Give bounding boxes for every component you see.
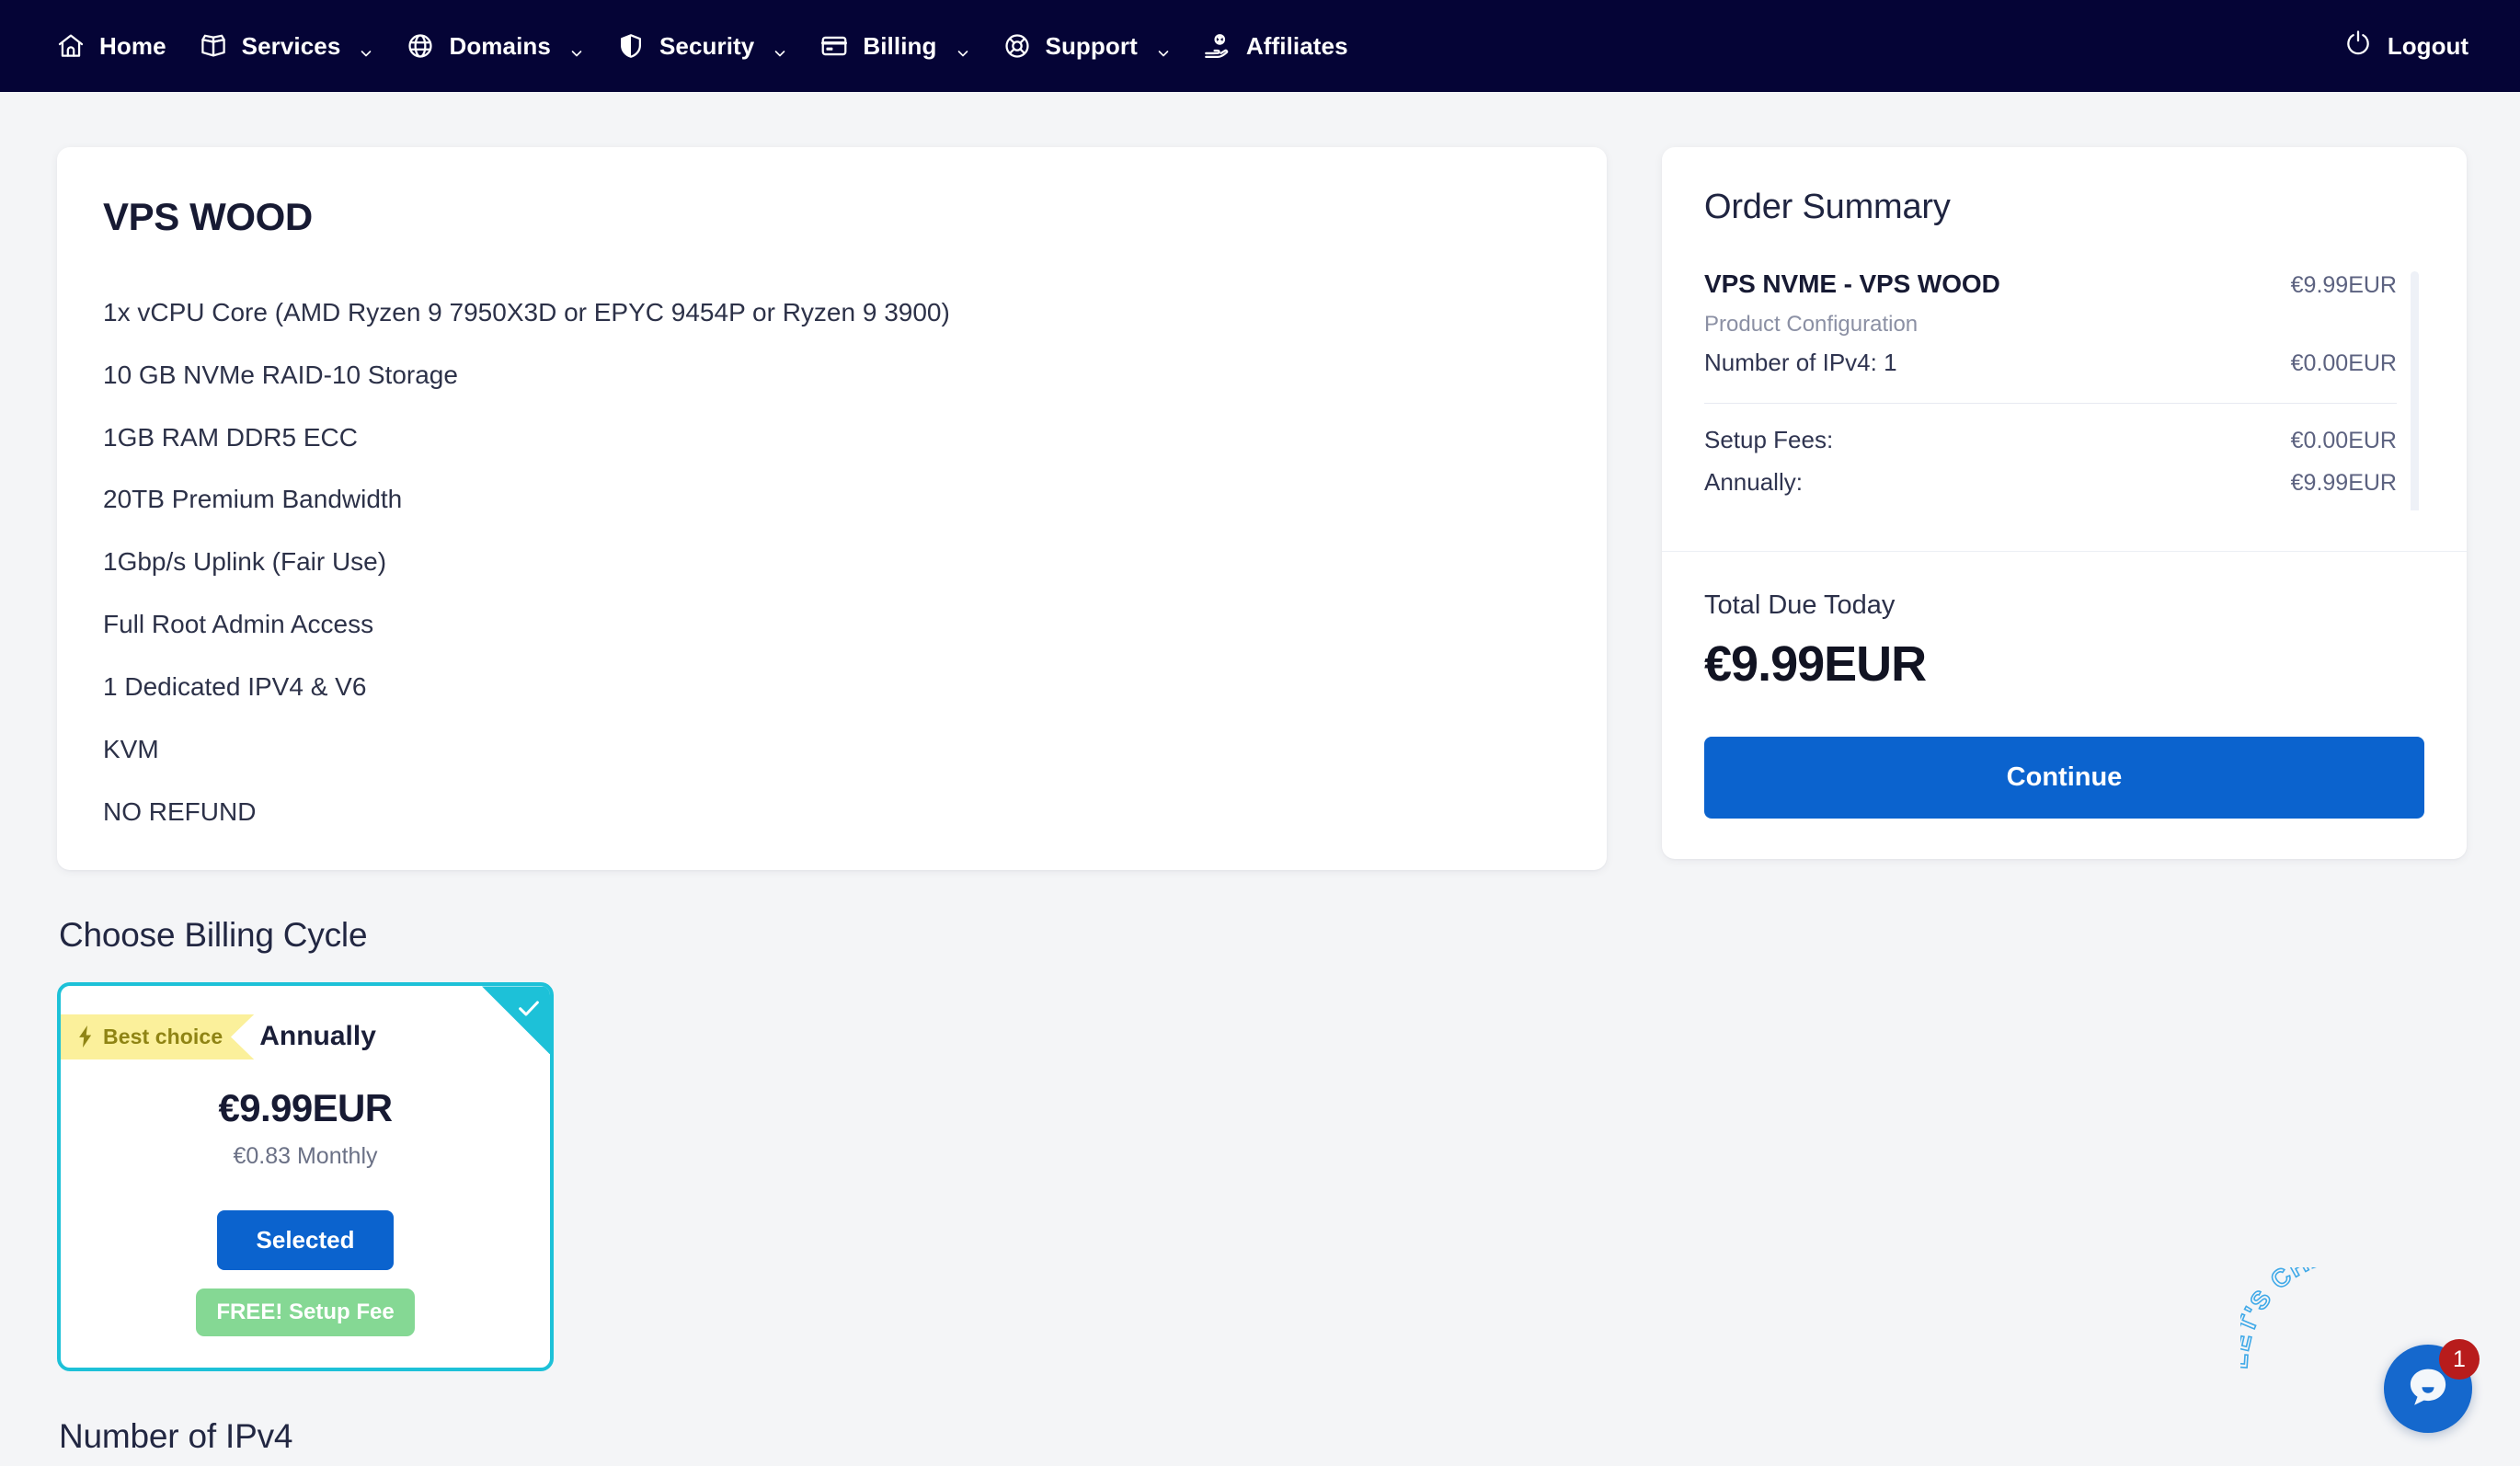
nav-item-security[interactable]: Security bbox=[602, 21, 806, 71]
order-summary-body: Order Summary VPS NVME - VPS WOOD €9.99E… bbox=[1662, 147, 2467, 551]
order-summary-title: Order Summary bbox=[1704, 188, 1951, 226]
order-config-name: Number of IPv4: 1 bbox=[1704, 349, 1897, 376]
nav-item-billing[interactable]: Billing bbox=[806, 21, 988, 71]
list-item: 1x vCPU Core (AMD Ryzen 9 7950X3D or EPY… bbox=[103, 298, 950, 326]
nav-right-group: Logout bbox=[2336, 19, 2476, 74]
nav-item-label: Home bbox=[99, 31, 166, 60]
shield-icon bbox=[615, 30, 647, 62]
chevron-down-icon bbox=[569, 39, 584, 57]
main-column: VPS WOOD 1x vCPU Core (AMD Ryzen 9 7950X… bbox=[57, 147, 1607, 1466]
order-fee-value: €0.00EUR bbox=[2290, 428, 2397, 453]
nav-item-label: Billing bbox=[863, 31, 937, 60]
order-item-price: €9.99EUR bbox=[2290, 272, 2397, 298]
order-fee-row: Setup Fees: €0.00EUR bbox=[1704, 426, 2397, 454]
divider bbox=[1704, 403, 2397, 404]
page-content: VPS WOOD 1x vCPU Core (AMD Ryzen 9 7950X… bbox=[0, 92, 2520, 1466]
top-navigation-bar: Home Services Domains Security Billing S… bbox=[0, 0, 2520, 92]
chevron-down-icon bbox=[359, 39, 373, 57]
check-icon bbox=[519, 1001, 539, 1016]
box-icon bbox=[198, 30, 229, 62]
billing-cycle-actions: Selected FREE! Setup Fee bbox=[61, 1210, 550, 1337]
billing-cycle-monthly-equivalent: €0.83 Monthly bbox=[233, 1143, 378, 1170]
nav-item-label: Affiliates bbox=[1245, 31, 1348, 60]
order-item-name: VPS NVME - VPS WOOD bbox=[1704, 269, 2000, 298]
order-total-block: Total Due Today €9.99EUR Continue bbox=[1662, 552, 2467, 859]
order-fee-label: Setup Fees: bbox=[1704, 426, 1834, 453]
order-item-row: VPS NVME - VPS WOOD €9.99EUR bbox=[1704, 269, 2397, 299]
logout-label: Logout bbox=[2387, 31, 2468, 60]
nav-item-support[interactable]: Support bbox=[989, 21, 1189, 71]
order-fee-label: Annually: bbox=[1704, 468, 1803, 496]
billing-cycle-option-annually[interactable]: Best choice Annually €9.99EUR €0.83 Mont… bbox=[57, 982, 554, 1372]
billing-cycle-name: Annually bbox=[259, 1021, 376, 1052]
sidebar-column: Order Summary VPS NVME - VPS WOOD €9.99E… bbox=[1662, 147, 2467, 859]
page-title: VPS WOOD bbox=[103, 195, 313, 238]
list-item: Full Root Admin Access bbox=[103, 610, 374, 639]
power-icon bbox=[2343, 29, 2373, 64]
nav-item-label: Support bbox=[1045, 31, 1138, 60]
ipv4-section-heading: Number of IPv4 bbox=[59, 1417, 293, 1456]
nav-item-home[interactable]: Home bbox=[42, 21, 185, 71]
list-item: 20TB Premium Bandwidth bbox=[103, 485, 403, 514]
order-items-scroll-area[interactable]: VPS NVME - VPS WOOD €9.99EUR Product Con… bbox=[1704, 269, 2424, 510]
chevron-down-icon bbox=[1156, 39, 1171, 57]
order-config-row: Number of IPv4: 1 €0.00EUR bbox=[1704, 349, 2397, 377]
nav-items-group: Home Services Domains Security Billing S… bbox=[42, 21, 1367, 71]
globe-icon bbox=[405, 30, 436, 62]
free-setup-fee-badge: FREE! Setup Fee bbox=[196, 1288, 415, 1337]
lifebuoy-icon bbox=[1002, 30, 1033, 62]
order-fee-row: Annually: €9.99EUR bbox=[1704, 468, 2397, 497]
logout-button[interactable]: Logout bbox=[2336, 19, 2476, 74]
nav-item-label: Domains bbox=[449, 31, 551, 60]
nav-item-affiliates[interactable]: Affiliates bbox=[1189, 21, 1367, 71]
chevron-down-icon bbox=[773, 39, 787, 57]
chevron-down-icon bbox=[956, 39, 970, 57]
home-icon bbox=[55, 30, 86, 62]
select-cycle-button[interactable]: Selected bbox=[217, 1210, 394, 1271]
nav-item-label: Security bbox=[659, 31, 755, 60]
list-item: KVM bbox=[103, 734, 159, 763]
order-summary-card: Order Summary VPS NVME - VPS WOOD €9.99E… bbox=[1662, 147, 2467, 859]
order-config-price: €0.00EUR bbox=[2290, 350, 2397, 376]
chat-unread-badge: 1 bbox=[2439, 1339, 2480, 1380]
list-item: NO REFUND bbox=[103, 796, 257, 826]
product-configuration-label: Product Configuration bbox=[1704, 312, 1919, 337]
best-choice-badge: Best choice bbox=[61, 1014, 255, 1059]
order-fee-value: €9.99EUR bbox=[2290, 470, 2397, 496]
hand-coin-icon bbox=[1202, 30, 1233, 62]
list-item: 1 Dedicated IPV4 & V6 bbox=[103, 671, 367, 701]
list-item: 1Gbp/s Uplink (Fair Use) bbox=[103, 547, 387, 577]
list-item: 1GB RAM DDR5 ECC bbox=[103, 422, 358, 452]
product-detail-card: VPS WOOD 1x vCPU Core (AMD Ryzen 9 7950X… bbox=[57, 147, 1607, 871]
best-choice-label: Best choice bbox=[103, 1024, 223, 1048]
continue-button[interactable]: Continue bbox=[1704, 737, 2424, 819]
credit-card-icon bbox=[819, 30, 850, 62]
billing-cycle-header: Best choice Annually bbox=[61, 1009, 550, 1064]
nav-item-label: Services bbox=[241, 31, 341, 60]
billing-cycle-options: Best choice Annually €9.99EUR €0.83 Mont… bbox=[57, 982, 1607, 1372]
nav-item-domains[interactable]: Domains bbox=[392, 21, 602, 71]
chat-open-button[interactable]: 1 bbox=[2384, 1339, 2480, 1433]
product-feature-list: 1x vCPU Core (AMD Ryzen 9 7950X3D or EPY… bbox=[103, 296, 1561, 828]
scrollbar[interactable] bbox=[2411, 271, 2419, 510]
total-due-label: Total Due Today bbox=[1704, 590, 1896, 620]
nav-item-services[interactable]: Services bbox=[185, 21, 393, 71]
billing-cycle-heading: Choose Billing Cycle bbox=[59, 916, 368, 955]
total-due-value: €9.99EUR bbox=[1704, 636, 1927, 692]
list-item: 10 GB NVMe RAID-10 Storage bbox=[103, 360, 458, 389]
billing-cycle-price: €9.99EUR bbox=[218, 1086, 394, 1130]
bolt-icon bbox=[76, 1025, 95, 1048]
